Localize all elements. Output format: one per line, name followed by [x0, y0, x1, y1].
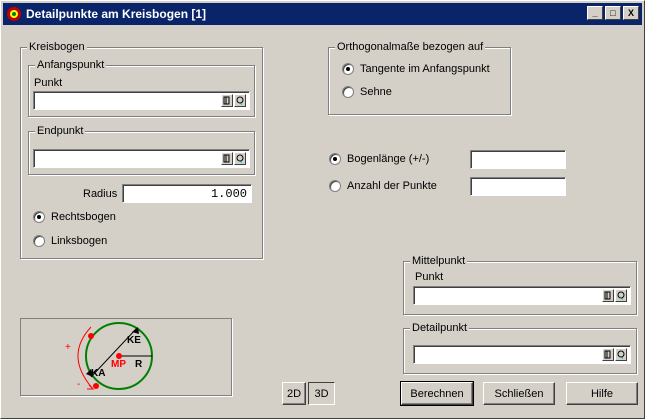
r-label: R [135, 359, 143, 370]
linksbogen-radio[interactable]: Linksbogen [33, 235, 107, 247]
tangente-radio[interactable]: Tangente im Anfangspunkt [342, 63, 490, 75]
mittelpunkt-punkt-label: Punkt [415, 271, 444, 283]
orthogonal-group-label: Orthogonalmaße bezogen auf [335, 41, 486, 53]
minus-label: - [77, 379, 80, 390]
endpunkt-group-label: Endpunkt [35, 125, 86, 137]
mp-label: MP [111, 359, 126, 370]
view-3d-button[interactable]: 3D [308, 382, 335, 405]
close-button[interactable]: X [623, 6, 639, 20]
mittelpunkt-group-label: Mittelpunkt [410, 255, 468, 267]
select-point-icon[interactable] [221, 152, 233, 165]
sehne-radio-dot[interactable] [342, 86, 354, 98]
bogenlaenge-radio[interactable]: Bogenlänge (+/-) [329, 153, 429, 165]
view-2d-button[interactable]: 2D [282, 382, 306, 405]
sehne-radio[interactable]: Sehne [342, 86, 392, 98]
anfangspunkt-input[interactable] [33, 91, 250, 110]
anzahl-input[interactable] [470, 177, 566, 196]
detail-point-marker [88, 333, 94, 339]
rechtsbogen-radio-dot[interactable] [33, 211, 45, 223]
detailpunkt-group-label: Detailpunkt [410, 322, 470, 334]
maximize-button[interactable]: □ [605, 6, 621, 20]
rechtsbogen-label: Rechtsbogen [51, 211, 116, 223]
berechnen-button[interactable]: Berechnen [400, 381, 474, 406]
window-title: Detailpunkte am Kreisbogen [1] [26, 7, 207, 21]
arc-diagram-graphic: KE KA MP R + - [65, 322, 153, 390]
anzahl-label: Anzahl der Punkte [347, 180, 437, 192]
ke-label: KE [127, 335, 141, 346]
orthogonal-group: Orthogonalmaße bezogen auf [328, 41, 511, 115]
pick-from-graphic-icon[interactable] [615, 289, 627, 302]
anfangspunkt-group-label: Anfangspunkt [35, 59, 107, 71]
select-point-icon[interactable] [602, 289, 614, 302]
bogenlaenge-label: Bogenlänge (+/-) [347, 153, 430, 165]
title-bar[interactable]: Detailpunkte am Kreisbogen [1] _ □ X [3, 3, 642, 25]
minimize-button[interactable]: _ [587, 6, 603, 20]
dialog-window: Detailpunkte am Kreisbogen [1] _ □ X Kre… [0, 0, 645, 419]
anzahl-radio[interactable]: Anzahl der Punkte [329, 180, 437, 192]
schliessen-button[interactable]: Schließen [483, 382, 555, 405]
rechtsbogen-radio[interactable]: Rechtsbogen [33, 211, 116, 223]
bogenlaenge-input[interactable] [470, 150, 566, 169]
radius-label: Radius [83, 188, 118, 200]
arc-arrow-shape [87, 384, 95, 390]
tangente-radio-dot[interactable] [342, 63, 354, 75]
select-point-icon[interactable] [602, 348, 614, 361]
app-icon [7, 7, 21, 21]
linksbogen-radio-dot[interactable] [33, 235, 45, 247]
pick-from-graphic-icon[interactable] [234, 152, 246, 165]
detailpunkt-input[interactable] [413, 345, 631, 364]
hilfe-button[interactable]: Hilfe [566, 382, 638, 405]
anzahl-radio-dot[interactable] [329, 180, 341, 192]
bogenlaenge-radio-dot[interactable] [329, 153, 341, 165]
endpunkt-input[interactable] [33, 149, 250, 168]
mittelpunkt-input[interactable] [413, 286, 631, 305]
ka-label: KA [91, 368, 105, 379]
tangente-label: Tangente im Anfangspunkt [360, 63, 490, 75]
detail-point-marker [93, 383, 99, 389]
anfangspunkt-punkt-label: Punkt [34, 77, 63, 89]
radius-value: 1.000 [210, 187, 247, 201]
linksbogen-label: Linksbogen [51, 235, 108, 247]
arc-diagram: KE KA MP R + - [20, 318, 232, 396]
pick-from-graphic-icon[interactable] [234, 94, 246, 107]
radius-input[interactable]: 1.000 [122, 184, 252, 203]
pick-from-graphic-icon[interactable] [615, 348, 627, 361]
kreisbogen-group-label: Kreisbogen [27, 41, 87, 53]
plus-label: + [65, 342, 71, 353]
select-point-icon[interactable] [221, 94, 233, 107]
sehne-label: Sehne [360, 86, 392, 98]
